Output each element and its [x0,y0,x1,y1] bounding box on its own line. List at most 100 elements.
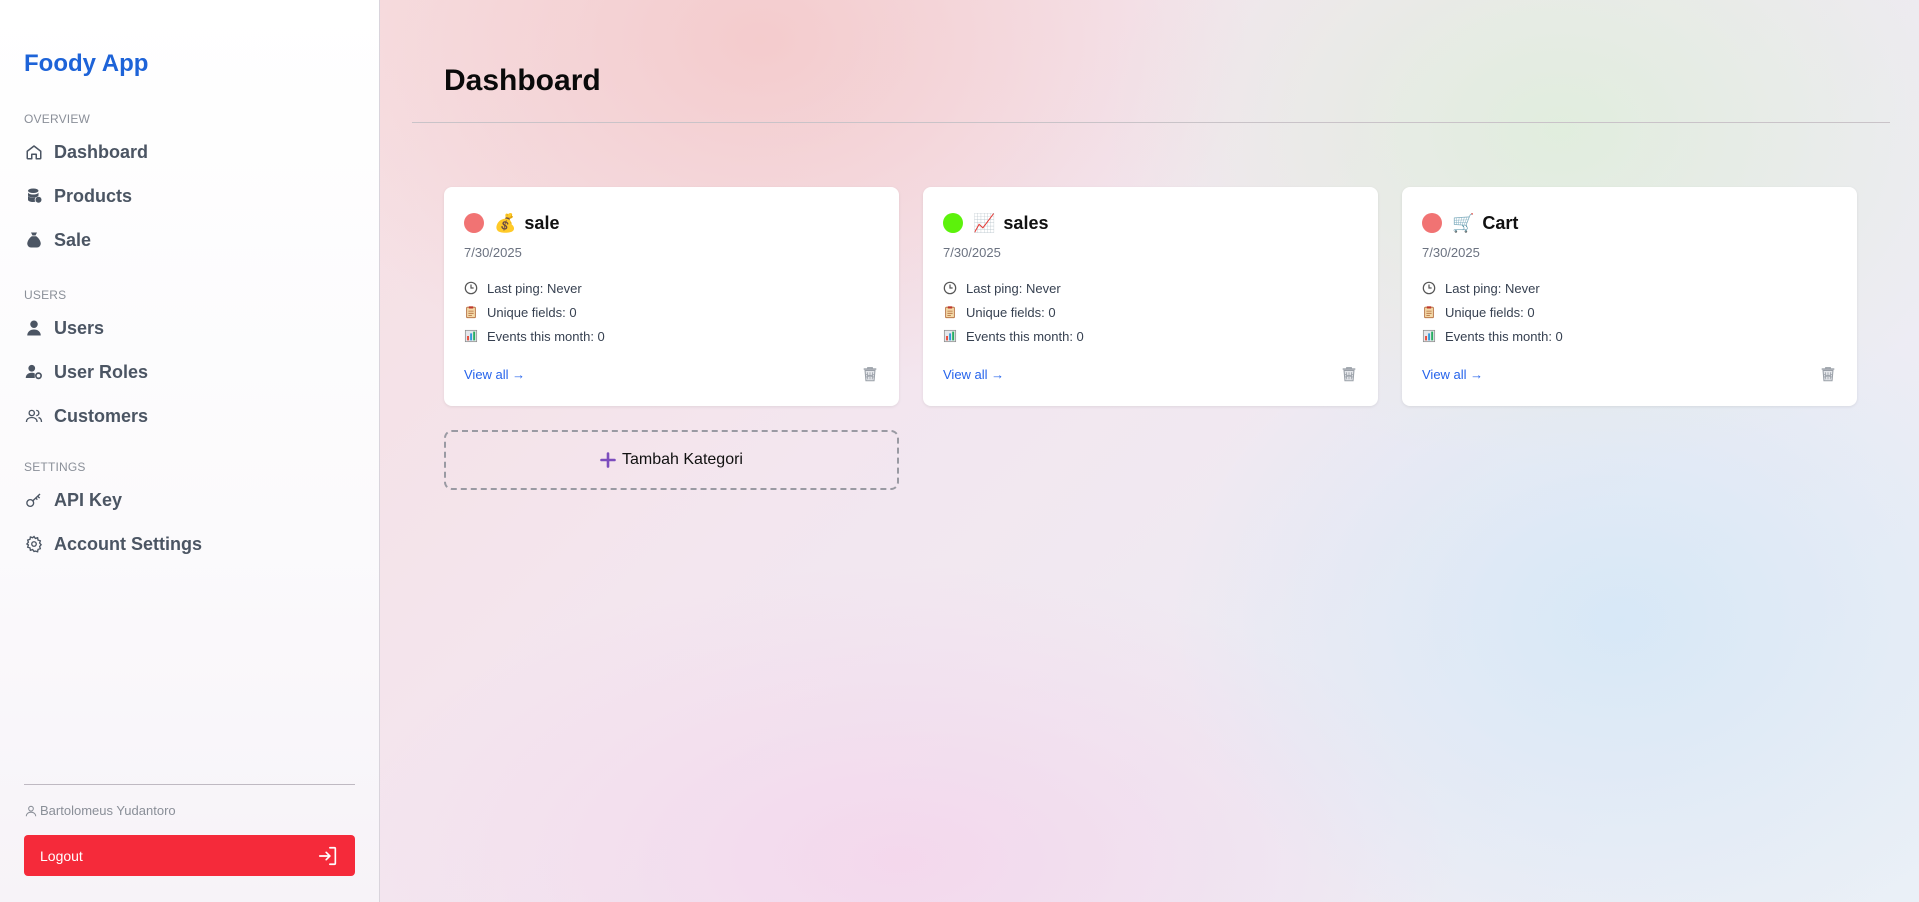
status-indicator [943,213,963,233]
gear-icon [24,534,44,554]
card-footer: View all → [943,365,1358,383]
view-all-link[interactable]: View all → [1422,367,1483,382]
card-header: 💰 sale [464,211,879,235]
shopping-cart-icon: 🛒 [1452,213,1475,233]
sidebar-section-users: USERS Users User Roles Customers [24,288,355,438]
category-card: 📈 sales 7/30/2025 Last ping: Never Uniqu… [923,187,1378,406]
view-all-link[interactable]: View all → [464,367,525,382]
current-user: Bartolomeus Yudantoro [24,803,355,818]
card-date: 7/30/2025 [1422,245,1480,260]
card-header: 📈 sales [943,211,1358,235]
stat-text: Events this month: 0 [487,328,605,344]
chart-increasing-icon: 📈 [973,213,996,233]
stat-events: Events this month: 0 [1422,324,1837,348]
clock-icon [1422,281,1436,295]
card-stats: Last ping: Never Unique fields: 0 Events… [464,276,879,348]
logout-icon [318,846,337,865]
stat-unique-fields: Unique fields: 0 [1422,300,1837,324]
card-date: 7/30/2025 [943,245,1001,260]
main-content: Dashboard 💰 sale 7/30/2025 Last ping: Ne… [412,0,1890,490]
database-icon [24,186,44,206]
card-title: sales [1003,212,1049,233]
home-icon [24,142,44,162]
user-icon [24,318,44,338]
sidebar-item-label: Account Settings [54,533,203,554]
bar-chart-icon [464,329,478,343]
view-all-link[interactable]: View all → [943,367,1004,382]
stat-text: Events this month: 0 [966,328,1084,344]
app-title[interactable]: Foody App [24,50,355,78]
stat-events: Events this month: 0 [943,324,1358,348]
sidebar-item-label: Dashboard [54,141,149,162]
clock-icon [464,281,478,295]
clock-icon [943,281,957,295]
sidebar-item-label: Sale [54,229,92,250]
stat-last-ping: Last ping: Never [943,276,1358,300]
bar-chart-icon [943,329,957,343]
divider [24,784,355,785]
card-stats: Last ping: Never Unique fields: 0 Events… [1422,276,1837,348]
stat-text: Unique fields: 0 [487,304,577,320]
sidebar-section-overview: OVERVIEW Dashboard Products Sale [24,112,355,262]
card-footer: View all → [1422,365,1837,383]
add-category-label: Tambah Kategori [622,451,743,468]
sidebar-item-customers[interactable]: Customers [24,394,355,438]
sidebar-item-sale[interactable]: Sale [24,218,355,262]
sidebar-item-api-key[interactable]: API Key [24,478,355,522]
section-label: OVERVIEW [24,112,91,126]
category-card: 🛒 Cart 7/30/2025 Last ping: Never Unique… [1402,187,1857,406]
title-divider [412,122,1890,123]
add-category-button[interactable]: Tambah Kategori [444,430,899,490]
stat-text: Unique fields: 0 [1445,304,1535,320]
money-bag-icon [24,230,44,250]
card-title: sale [524,212,560,233]
stat-text: Last ping: Never [1445,280,1540,296]
card-title: Cart [1482,212,1519,233]
sidebar: Foody App OVERVIEW Dashboard Products Sa… [0,0,380,902]
sidebar-item-user-roles[interactable]: User Roles [24,350,355,394]
card-date: 7/30/2025 [464,245,522,260]
logout-button[interactable]: Logout [24,835,355,876]
sidebar-item-account-settings[interactable]: Account Settings [24,522,355,566]
stat-unique-fields: Unique fields: 0 [464,300,879,324]
sidebar-item-dashboard[interactable]: Dashboard [24,130,355,174]
user-gear-icon [24,362,44,382]
trash-icon[interactable] [861,365,879,383]
card-footer: View all → [464,365,879,383]
sidebar-section-settings: SETTINGS API Key Account Settings [24,460,355,566]
users-icon [24,406,44,426]
section-label: USERS [24,288,67,302]
status-indicator [464,213,484,233]
clipboard-icon [943,305,957,319]
stat-unique-fields: Unique fields: 0 [943,300,1358,324]
stat-text: Events this month: 0 [1445,328,1563,344]
sidebar-item-label: User Roles [54,361,149,382]
trash-icon[interactable] [1340,365,1358,383]
stat-events: Events this month: 0 [464,324,879,348]
user-icon [25,805,37,816]
sidebar-item-label: Products [54,185,133,206]
stat-text: Last ping: Never [487,280,582,296]
clipboard-icon [464,305,478,319]
logout-label: Logout [40,847,83,864]
category-card: 💰 sale 7/30/2025 Last ping: Never Unique… [444,187,899,406]
bar-chart-icon [1422,329,1436,343]
sidebar-item-label: Customers [54,405,149,426]
section-label: SETTINGS [24,460,86,474]
card-header: 🛒 Cart [1422,211,1837,235]
sidebar-item-products[interactable]: Products [24,174,355,218]
sidebar-item-label: Users [54,317,105,338]
status-indicator [1422,213,1442,233]
clipboard-icon [1422,305,1436,319]
trash-icon[interactable] [1819,365,1837,383]
stat-last-ping: Last ping: Never [1422,276,1837,300]
card-stats: Last ping: Never Unique fields: 0 Events… [943,276,1358,348]
sidebar-footer: Bartolomeus Yudantoro Logout [24,784,355,902]
category-cards: 💰 sale 7/30/2025 Last ping: Never Unique… [444,187,1890,406]
plus-icon [600,452,616,468]
sidebar-item-users[interactable]: Users [24,306,355,350]
stat-last-ping: Last ping: Never [464,276,879,300]
user-name: Bartolomeus Yudantoro [40,803,176,818]
stat-text: Unique fields: 0 [966,304,1056,320]
key-icon [24,490,44,510]
